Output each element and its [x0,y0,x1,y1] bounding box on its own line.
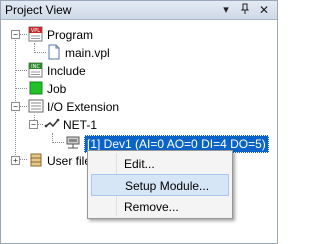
tree-item-include[interactable]: INC Include [1,62,201,80]
include-icon: INC [28,62,44,78]
tree-label-main-file: main.vpl [65,46,110,60]
expand-toggle-icon[interactable]: + [11,156,20,165]
network-icon [44,116,60,132]
tree-item-main-file[interactable]: main.vpl [1,44,201,62]
close-icon[interactable]: ✕ [257,3,271,17]
file-icon [46,44,62,60]
device-module-icon [65,134,81,150]
dropdown-arrow-icon[interactable]: ▾ [219,3,233,17]
menu-item-setup-module[interactable]: Setup Module... [91,174,229,196]
menu-label-setup-module: Setup Module... [125,179,210,193]
menu-item-edit[interactable]: Edit... [91,153,229,175]
tree-label-net1: NET-1 [63,118,98,132]
user-files-icon [28,152,44,168]
menu-label-remove: Remove... [124,200,179,214]
tree-item-io-extension[interactable]: − I/O Extension [1,98,201,116]
svg-text:VPL: VPL [31,28,40,34]
project-view-panel: Project View ▾ ✕ − VPL Program main.vpl … [0,0,278,244]
tree-label-program: Program [47,28,94,42]
tree-label-io-extension: I/O Extension [47,100,120,114]
tree-label-user-files: User file [47,154,92,168]
vpl-program-icon: VPL [28,26,44,42]
tree-item-net1[interactable]: − NET-1 [1,116,201,134]
tree-label-job: Job [47,82,67,96]
collapse-toggle-icon[interactable]: − [29,120,38,129]
menu-item-remove[interactable]: Remove... [91,196,229,218]
job-icon [28,80,44,96]
collapse-toggle-icon[interactable]: − [11,30,20,39]
panel-titlebar: Project View ▾ ✕ [1,1,277,20]
tree-label-include: Include [47,64,86,78]
panel-title: Project View [5,3,72,17]
pin-icon[interactable] [238,3,252,17]
collapse-toggle-icon[interactable]: − [11,102,20,111]
svg-text:INC: INC [31,64,40,70]
io-extension-icon [28,98,44,114]
context-menu: Edit... Setup Module... Remove... [87,150,233,219]
menu-label-edit: Edit... [124,157,155,171]
tree-item-program[interactable]: − VPL Program [1,26,201,44]
tree-item-job[interactable]: Job [1,80,201,98]
